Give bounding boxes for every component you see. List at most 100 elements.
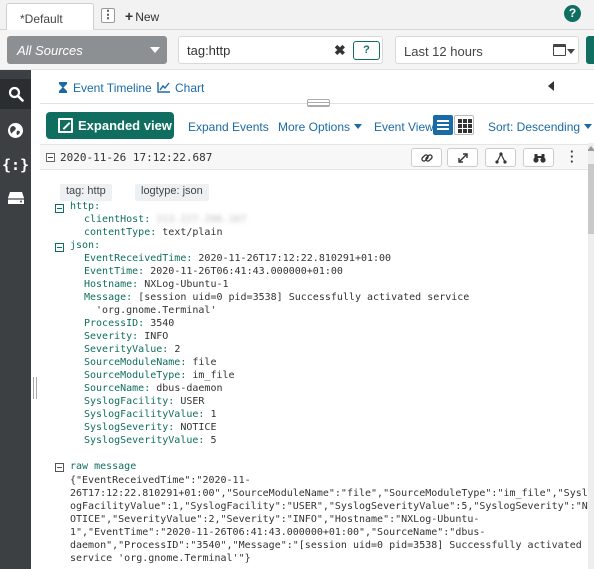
field-value: dbus-daemon — [156, 383, 223, 394]
search-input[interactable] — [187, 43, 327, 58]
link-icon — [421, 154, 433, 162]
field-row: contentType: text/plain — [84, 227, 223, 238]
share-button[interactable] — [485, 148, 516, 167]
field-value: INFO — [144, 331, 169, 342]
find-button[interactable] — [523, 148, 554, 167]
field-key: EventReceivedTime: — [84, 253, 193, 264]
grid-icon-cell — [463, 119, 467, 123]
json-field-row: Hostname: NXLog-Ubuntu-1 — [84, 279, 229, 290]
grid-icon-cell — [458, 129, 462, 133]
link-button[interactable] — [411, 148, 442, 167]
tab-bar: *Default ⋮ + New ? — [0, 0, 594, 30]
scroll-up-icon[interactable] — [587, 146, 594, 151]
chevron-down-icon — [150, 47, 160, 53]
scrollbar-thumb[interactable] — [588, 164, 594, 234]
collapse-event-icon[interactable] — [46, 153, 55, 162]
collapse-json-icon[interactable] — [55, 243, 64, 252]
grid-icon-cell — [468, 129, 472, 133]
chevron-down-icon — [584, 124, 593, 129]
json-field-row: SourceName: dbus-daemon — [84, 383, 223, 394]
globe-icon[interactable] — [0, 116, 31, 146]
more-actions-icon[interactable]: · · · — [570, 145, 574, 168]
tag-chip-value: http — [87, 185, 106, 197]
json-field-row: SeverityValue: 2 — [84, 344, 180, 355]
grid-icon-cell — [458, 119, 462, 123]
field-value: 3540 — [150, 318, 175, 329]
time-range-select[interactable]: Last 12 hours — [395, 36, 579, 64]
field-value: file — [192, 357, 217, 368]
source-select-value: All Sources — [17, 43, 83, 58]
binoculars-icon — [533, 154, 546, 163]
expanded-view-label: Expanded view — [78, 118, 172, 133]
expand-events-link[interactable]: Expand Events — [188, 120, 269, 134]
storage-icon[interactable] — [0, 182, 31, 212]
grid-icon-cell — [458, 124, 462, 128]
collapse-panel-icon[interactable] — [548, 81, 554, 91]
panel-resize-handle[interactable] — [33, 377, 37, 399]
json-field-row: SyslogFacilityValue: 1 — [84, 409, 216, 420]
clear-icon[interactable]: ✖ — [334, 42, 346, 59]
new-tab-button[interactable]: + New — [125, 8, 159, 24]
field-value: 2020-11-26T06:41:43.000000+01:00 — [150, 266, 343, 277]
open-event-button[interactable] — [447, 148, 478, 167]
field-key: contentType: — [84, 227, 157, 238]
logtype-chip[interactable]: logtype: json — [135, 184, 209, 201]
field-key: ProcessID: — [84, 318, 145, 329]
field-key: SyslogSeverity: — [84, 422, 175, 433]
collapse-http-icon[interactable] — [55, 204, 64, 213]
line-chart-icon — [157, 82, 170, 93]
more-options-dropdown[interactable]: More Options — [278, 120, 363, 134]
chevron-down-icon — [354, 124, 363, 129]
search-submit-button[interactable] — [586, 36, 594, 64]
tab-default[interactable]: *Default — [6, 3, 94, 30]
tab-chart[interactable]: Chart — [157, 81, 204, 95]
grid-view-button[interactable] — [454, 115, 474, 135]
json-field-row: EventReceivedTime: 2020-11-26T17:12:22.8… — [84, 253, 391, 264]
json-field-row: SourceModuleName: file — [84, 357, 216, 368]
sidebar-search-icon[interactable] — [0, 79, 31, 109]
raw-message-line: daemon","ProcessID":"3540","Message":"[s… — [70, 540, 582, 551]
tab-menu-icon[interactable]: ⋮ — [101, 8, 115, 23]
field-key: SourceModuleName: — [84, 357, 187, 368]
tag-chip[interactable]: tag: http — [60, 184, 112, 201]
calendar-icon — [553, 44, 566, 56]
left-sidebar: {:} — [0, 70, 31, 569]
sort-dropdown[interactable]: Sort: Descending — [488, 120, 593, 134]
tab-default-label: *Default — [20, 12, 63, 26]
field-value: 2 — [174, 344, 181, 355]
field-key: SyslogSeverityValue: — [84, 435, 205, 446]
query-help-button[interactable]: ? — [353, 41, 380, 60]
field-value: NOTICE — [180, 422, 217, 433]
plus-icon: + — [125, 8, 134, 24]
logtype-chip-value: json — [182, 185, 203, 197]
raw-message-line: {"EventReceivedTime":"2020-11- — [70, 475, 251, 486]
json-field-row: ProcessID: 3540 — [84, 318, 174, 329]
help-icon[interactable]: ? — [564, 5, 581, 22]
logtype-chip-key: logtype: — [141, 185, 180, 197]
field-value: NXLog-Ubuntu-1 — [144, 279, 229, 290]
raw-message-line: 26T17:12:22.810291+01:00","SourceModuleN… — [70, 488, 588, 499]
field-value: text/plain — [162, 227, 223, 238]
field-key: SyslogFacility: — [84, 396, 175, 407]
braces-icon[interactable]: {:} — [0, 150, 31, 180]
field-key: SourceName: — [84, 383, 151, 394]
grid-icon-cell — [468, 124, 472, 128]
field-row: clientHost: 213.227.206.167 — [84, 214, 247, 225]
event-details: tag: http logtype: json http: clientHost… — [40, 171, 588, 569]
sort-label: Sort: Descending — [488, 120, 581, 134]
field-value: im_file — [192, 370, 235, 381]
more-options-label: More Options — [278, 120, 351, 134]
json-field-row: SyslogSeverity: NOTICE — [84, 422, 216, 433]
json-field-row: SyslogFacility: USER — [84, 396, 204, 407]
list-view-button[interactable] — [433, 115, 453, 135]
panel-splitter-handle[interactable] — [307, 99, 330, 107]
tag-chip-key: tag: — [66, 185, 85, 197]
event-view-label: Event View — [374, 120, 434, 134]
source-select[interactable]: All Sources — [7, 36, 167, 64]
collapse-raw-icon[interactable] — [55, 463, 64, 472]
event-timestamp: 2020-11-26 17:12:22.687 — [60, 151, 213, 164]
tab-event-timeline[interactable]: Event Timeline — [59, 81, 152, 95]
expand-icon — [58, 118, 73, 133]
search-box: ✖ ? — [178, 36, 383, 64]
expanded-view-button[interactable]: Expanded view — [46, 112, 174, 139]
